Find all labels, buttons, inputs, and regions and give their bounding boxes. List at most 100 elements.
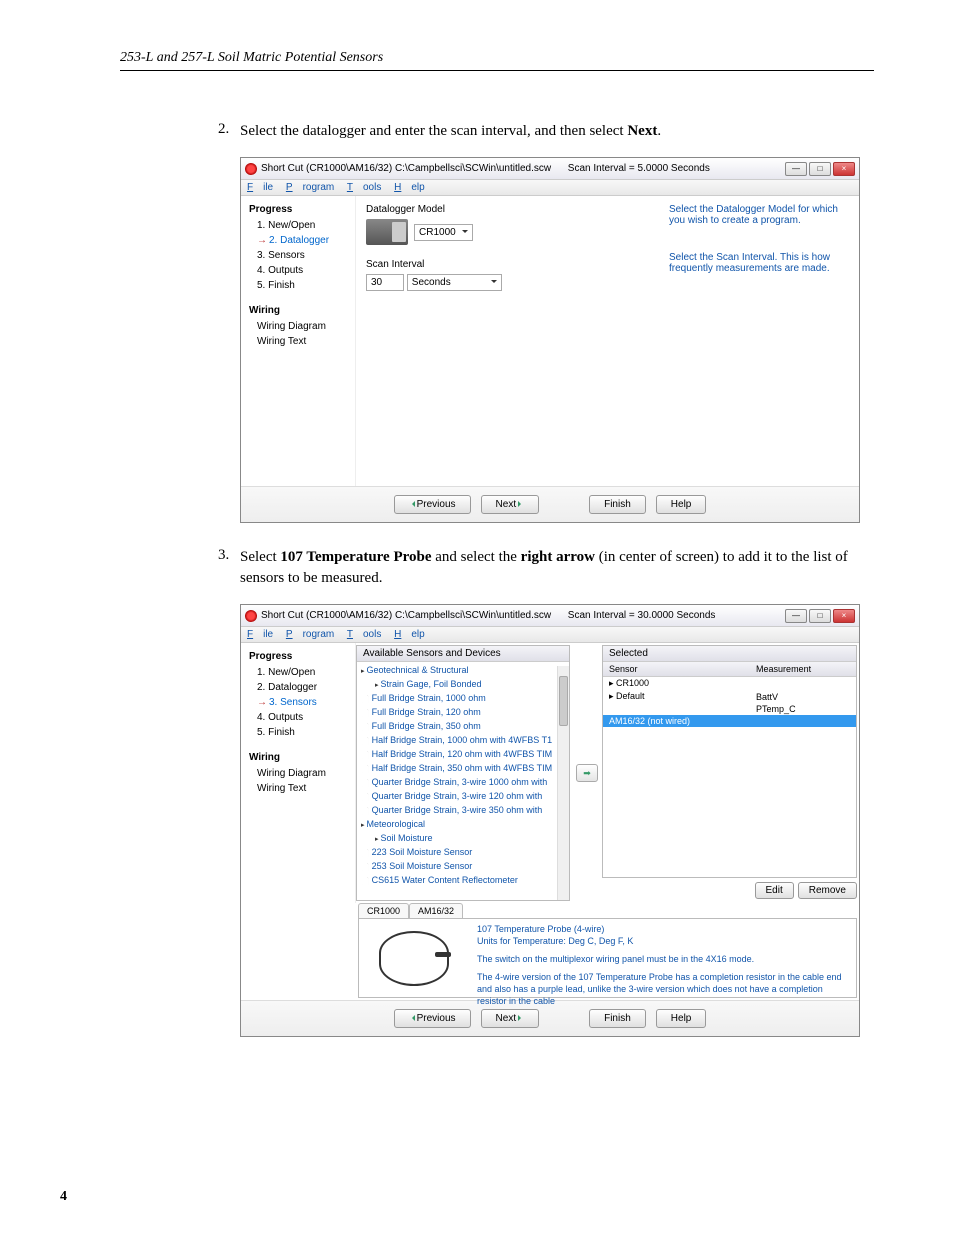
folder-met[interactable]: Meteorological	[361, 818, 565, 832]
title-left-2: Short Cut (CR1000\AM16/32) C:\Campbellsc…	[261, 610, 551, 621]
nav-wiring-text[interactable]: Wiring Text	[249, 334, 351, 349]
menu-tools[interactable]: Tools	[347, 629, 381, 640]
next-button[interactable]: Next	[481, 495, 540, 514]
sensor-tree-panel: Available Sensors and Devices Geotechnic…	[356, 645, 570, 901]
tree-item[interactable]: Full Bridge Strain, 350 ohm	[361, 720, 565, 734]
add-sensor-button[interactable]: ➡	[576, 764, 598, 782]
tabs-row: CR1000 AM16/32	[356, 903, 859, 918]
desc-units: Units for Temperature: Deg C, Deg F, K	[477, 935, 848, 947]
menu-help[interactable]: Help	[394, 629, 425, 640]
nav-sensors[interactable]: →3. Sensors	[249, 695, 351, 710]
minimize-button[interactable]: —	[785, 162, 807, 176]
step-2-text: Select the datalogger and enter the scan…	[240, 123, 661, 139]
menu-file[interactable]: File	[247, 629, 273, 640]
folder-soil[interactable]: Soil Moisture	[361, 832, 565, 846]
folder-strain[interactable]: Strain Gage, Foil Bonded	[361, 678, 565, 692]
nav-new-open[interactable]: 1. New/Open	[249, 665, 351, 680]
menu-program[interactable]: Program	[286, 629, 334, 640]
nav-new-open[interactable]: 1. New/Open	[249, 218, 351, 233]
datalogger-icon	[366, 219, 408, 245]
tree-item[interactable]: Full Bridge Strain, 120 ohm	[361, 706, 565, 720]
tab-am1632[interactable]: AM16/32	[409, 903, 463, 918]
step-3-text: Select 107 Temperature Probe and select …	[240, 549, 848, 586]
desc-note-2: The 4-wire version of the 107 Temperatur…	[477, 971, 848, 1007]
tree-item[interactable]: Quarter Bridge Strain, 3-wire 120 ohm wi…	[361, 790, 565, 804]
selected-header: Selected	[603, 646, 856, 662]
step-3-c: and select the	[432, 549, 521, 565]
tab-cr1000[interactable]: CR1000	[358, 903, 409, 918]
previous-button[interactable]: Previous	[394, 1009, 471, 1028]
tree-item[interactable]: CS615 Water Content Reflectometer	[361, 874, 565, 888]
step-2-num: 2.	[218, 121, 229, 138]
tree-item[interactable]: Half Bridge Strain, 350 ohm with 4WFBS T…	[361, 762, 565, 776]
nav-finish[interactable]: 5. Finish	[249, 725, 351, 740]
step-2-b: Next	[627, 123, 657, 139]
col-measurement[interactable]: Measurement	[750, 662, 856, 677]
finish-button[interactable]: Finish	[589, 495, 646, 514]
scan-unit-dropdown[interactable]: Seconds	[407, 274, 502, 291]
tree-item[interactable]: Half Bridge Strain, 1000 ohm with 4WFBS …	[361, 734, 565, 748]
tree-item[interactable]: Quarter Bridge Strain, 3-wire 350 ohm wi…	[361, 804, 565, 818]
chevron-right-icon	[518, 1015, 524, 1021]
edit-button[interactable]: Edit	[755, 882, 794, 899]
previous-button[interactable]: Previous	[394, 495, 471, 514]
model-dropdown[interactable]: CR1000	[414, 224, 473, 241]
desc-note-1: The switch on the multiplexor wiring pan…	[477, 953, 848, 965]
sel-cell[interactable]: ▸ Default	[603, 690, 750, 703]
nav-outputs[interactable]: 4. Outputs	[249, 710, 351, 725]
step-3: 3. Select 107 Temperature Probe and sele…	[240, 547, 874, 589]
page-header: 253-L and 257-L Soil Matric Potential Se…	[120, 50, 874, 71]
finish-button[interactable]: Finish	[589, 1009, 646, 1028]
maximize-button[interactable]: □	[809, 609, 831, 623]
close-button[interactable]: ×	[833, 609, 855, 623]
page-number: 4	[60, 1189, 67, 1205]
remove-button[interactable]: Remove	[798, 882, 857, 899]
tree-scrollbar[interactable]	[557, 666, 569, 900]
nav-outputs[interactable]: 4. Outputs	[249, 263, 351, 278]
selected-buttons: Edit Remove	[602, 880, 857, 901]
nav-wiring-text[interactable]: Wiring Text	[249, 781, 351, 796]
tree-item[interactable]: Full Bridge Strain, 1000 ohm	[361, 692, 565, 706]
tree-item[interactable]: 223 Soil Moisture Sensor	[361, 846, 565, 860]
close-button[interactable]: ×	[833, 162, 855, 176]
menu-file[interactable]: File	[247, 182, 273, 193]
button-row-1: Previous Next Finish Help	[241, 486, 859, 522]
description-text: 107 Temperature Probe (4-wire) Units for…	[469, 919, 856, 997]
nav-datalogger[interactable]: →2. Datalogger	[249, 233, 351, 248]
window-buttons-2: — □ ×	[785, 609, 855, 623]
menu-help[interactable]: Help	[394, 182, 425, 193]
title-left-1: Short Cut (CR1000\AM16/32) C:\Campbellsc…	[261, 163, 551, 174]
progress-hdr-2: Progress	[249, 651, 351, 662]
minimize-button[interactable]: —	[785, 609, 807, 623]
step-3-b: 107 Temperature Probe	[280, 549, 431, 565]
sel-cell[interactable]: ▸ CR1000	[603, 677, 750, 691]
sel-cell: BattV	[750, 690, 856, 703]
nav-wiring-diagram[interactable]: Wiring Diagram	[249, 319, 351, 334]
tree-item[interactable]: Quarter Bridge Strain, 3-wire 1000 ohm w…	[361, 776, 565, 790]
help-button[interactable]: Help	[656, 1009, 707, 1028]
probe-image	[359, 919, 469, 997]
col-sensor[interactable]: Sensor	[603, 662, 750, 677]
sel-cell-highlighted[interactable]: AM16/32 (not wired)	[603, 715, 750, 727]
menu-tools[interactable]: Tools	[347, 182, 381, 193]
config-panel-1: Datalogger Model CR1000 Scan Interval 30…	[356, 196, 659, 486]
desc-title: 107 Temperature Probe (4-wire)	[477, 923, 848, 935]
nav-finish[interactable]: 5. Finish	[249, 278, 351, 293]
help-button[interactable]: Help	[656, 495, 707, 514]
selected-panel: Selected SensorMeasurement ▸ CR1000 ▸ De…	[602, 645, 857, 901]
scan-value-input[interactable]: 30	[366, 274, 404, 291]
next-button[interactable]: Next	[481, 1009, 540, 1028]
menu-program[interactable]: Program	[286, 182, 334, 193]
maximize-button[interactable]: □	[809, 162, 831, 176]
nav-sensors[interactable]: 3. Sensors	[249, 248, 351, 263]
tree-item[interactable]: 253 Soil Moisture Sensor	[361, 860, 565, 874]
progress-nav-2: Progress 1. New/Open 2. Datalogger →3. S…	[241, 643, 356, 903]
nav-datalogger[interactable]: 2. Datalogger	[249, 680, 351, 695]
nav-wiring-diagram[interactable]: Wiring Diagram	[249, 766, 351, 781]
sensor-tree[interactable]: Geotechnical & Structural Strain Gage, F…	[357, 662, 569, 888]
chevron-left-icon	[409, 1015, 415, 1021]
folder-geo[interactable]: Geotechnical & Structural	[361, 664, 565, 678]
tree-item[interactable]: Half Bridge Strain, 120 ohm with 4WFBS T…	[361, 748, 565, 762]
scroll-thumb[interactable]	[559, 676, 568, 726]
app-icon	[245, 610, 257, 622]
